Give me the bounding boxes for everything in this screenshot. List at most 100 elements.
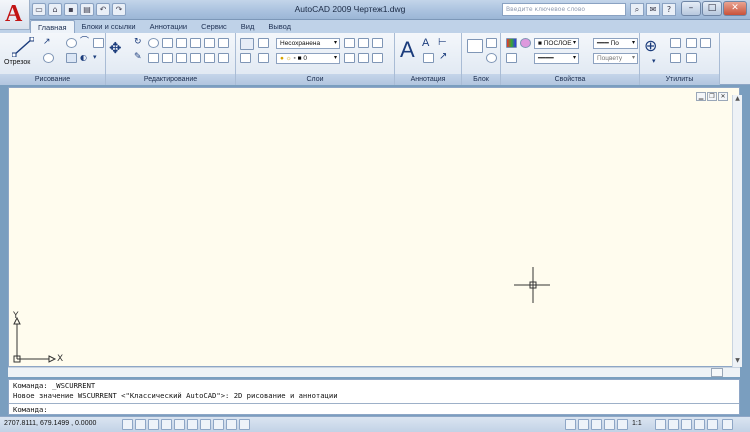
- create-block-icon[interactable]: [486, 38, 497, 48]
- edit-block-icon[interactable]: [486, 53, 497, 63]
- layer-lock-icon[interactable]: [358, 53, 369, 63]
- tab-tools[interactable]: Сервис: [194, 20, 234, 33]
- clean-screen-icon[interactable]: [722, 419, 733, 430]
- status-tray-settings-icon[interactable]: [707, 419, 718, 430]
- layer-dropdown[interactable]: ● ☼ ▪ ■ 0 ▾: [276, 53, 340, 64]
- object-snap-tracking-icon[interactable]: [187, 419, 198, 430]
- horizontal-scrollbar[interactable]: [8, 367, 740, 377]
- find-icon[interactable]: [686, 38, 697, 48]
- draw-expand-icon[interactable]: ▾: [93, 53, 104, 63]
- quick-calc-icon[interactable]: [700, 38, 711, 48]
- lock-toolbars-icon[interactable]: [694, 419, 705, 430]
- save-icon[interactable]: ▪: [64, 3, 78, 16]
- new-file-icon[interactable]: ▭: [32, 3, 46, 16]
- object-snap-icon[interactable]: [174, 419, 185, 430]
- multileader-icon[interactable]: ↗: [439, 51, 447, 62]
- command-prompt[interactable]: Команда:: [13, 405, 48, 414]
- lineweight-icon[interactable]: [226, 419, 237, 430]
- ortho-mode-icon[interactable]: [148, 419, 159, 430]
- layer-state-dropdown[interactable]: Несохранена ▾: [276, 38, 340, 49]
- drawing-minimize-icon[interactable]: ▁: [696, 92, 706, 101]
- pan-icon[interactable]: [591, 419, 602, 430]
- communication-center-icon[interactable]: ✉: [646, 3, 660, 16]
- fillet-icon[interactable]: [176, 53, 187, 63]
- search-icon[interactable]: ⌕: [630, 3, 644, 16]
- polyline-icon[interactable]: ↗: [43, 38, 54, 48]
- command-window[interactable]: Команда: _WSCURRENT Новое значение WSCUR…: [8, 379, 740, 415]
- panel-layers-title[interactable]: Слои: [236, 74, 394, 85]
- text-style-icon[interactable]: A: [422, 37, 429, 49]
- undo-icon[interactable]: ↶: [96, 3, 110, 16]
- drawing-close-icon[interactable]: ✕: [718, 92, 728, 101]
- region-icon[interactable]: ◐: [80, 53, 91, 63]
- line-tool-label[interactable]: Отрезок: [4, 59, 30, 66]
- application-menu-button[interactable]: A: [0, 0, 30, 30]
- linetype-dropdown[interactable]: ━━━━ ▾: [534, 53, 579, 64]
- scale-icon[interactable]: [204, 38, 215, 48]
- layer-unisolate-icon[interactable]: [344, 53, 355, 63]
- explode-icon[interactable]: [218, 38, 229, 48]
- circle-icon[interactable]: [66, 38, 77, 48]
- layout-icon[interactable]: [578, 419, 589, 430]
- tab-annotate[interactable]: Аннотации: [143, 20, 195, 33]
- panel-block-title[interactable]: Блок: [462, 74, 500, 85]
- grid-display-icon[interactable]: [135, 419, 146, 430]
- insert-block-icon[interactable]: [467, 39, 483, 53]
- panel-properties-title[interactable]: Свойства: [501, 74, 639, 85]
- panel-draw-title[interactable]: Рисование: [0, 74, 105, 85]
- color-dropdown[interactable]: ■ ПОСЛОЕ ▾: [534, 38, 579, 49]
- scroll-thumb[interactable]: [711, 368, 723, 377]
- quick-select-icon[interactable]: [670, 38, 681, 48]
- multiline-text-icon[interactable]: A: [400, 37, 415, 63]
- id-point-icon[interactable]: [670, 53, 681, 63]
- mirror-icon[interactable]: [176, 38, 187, 48]
- search-input[interactable]: Введите ключевое слово: [502, 3, 626, 16]
- layer-freeze-icon[interactable]: [258, 53, 269, 63]
- stretch-icon[interactable]: [190, 53, 201, 63]
- redo-icon[interactable]: ↷: [112, 3, 126, 16]
- annotation-visibility-icon[interactable]: [655, 419, 666, 430]
- workspace-switching-icon[interactable]: [681, 419, 692, 430]
- dimension-icon[interactable]: ⊢: [438, 37, 447, 48]
- panel-utilities-title[interactable]: Утилиты: [640, 74, 719, 85]
- ellipse-icon[interactable]: [43, 53, 54, 63]
- open-file-icon[interactable]: ⌂: [48, 3, 62, 16]
- zoom-icon[interactable]: [604, 419, 615, 430]
- array-icon[interactable]: [190, 38, 201, 48]
- layer-match-icon[interactable]: [372, 38, 383, 48]
- tab-blocks[interactable]: Блоки и ссылки: [75, 20, 143, 33]
- maximize-button[interactable]: □: [702, 1, 722, 16]
- scroll-down-icon[interactable]: ▼: [733, 357, 742, 366]
- extend-icon[interactable]: [162, 53, 173, 63]
- drawing-area[interactable]: X Y: [8, 87, 740, 367]
- tab-view[interactable]: Вид: [234, 20, 262, 33]
- layer-merge-icon[interactable]: [372, 53, 383, 63]
- trim-icon[interactable]: [148, 53, 159, 63]
- scroll-up-icon[interactable]: ▲: [733, 95, 742, 104]
- copy-icon[interactable]: [162, 38, 173, 48]
- drawing-restore-icon[interactable]: ❐: [707, 92, 717, 101]
- model-icon[interactable]: [565, 419, 576, 430]
- layer-properties-icon[interactable]: [240, 38, 254, 50]
- auto-scale-icon[interactable]: [668, 419, 679, 430]
- hatch-icon[interactable]: [66, 53, 77, 63]
- plot-icon[interactable]: ▤: [80, 3, 94, 16]
- break-icon[interactable]: [218, 53, 229, 63]
- list-icon[interactable]: [506, 53, 517, 63]
- polar-tracking-icon[interactable]: [161, 419, 172, 430]
- table-icon[interactable]: [423, 53, 434, 63]
- match-properties-icon[interactable]: [520, 38, 531, 48]
- close-button[interactable]: ✕: [723, 1, 747, 16]
- vertical-scrollbar[interactable]: ▲ ▼: [732, 95, 742, 367]
- measure-dropdown-arrow[interactable]: ▾: [652, 57, 656, 65]
- measure-icon[interactable]: ⊕: [644, 36, 657, 55]
- select-all-icon[interactable]: [686, 53, 697, 63]
- offset-icon[interactable]: [148, 38, 159, 48]
- tab-output[interactable]: Вывод: [261, 20, 298, 33]
- minimize-button[interactable]: –: [681, 1, 701, 16]
- rectangle-icon[interactable]: [93, 38, 104, 48]
- dynamic-input-icon[interactable]: [213, 419, 224, 430]
- layer-tool-icon[interactable]: [258, 38, 269, 48]
- annotation-scale[interactable]: 1:1: [632, 420, 642, 427]
- color-picker-icon[interactable]: [506, 38, 517, 48]
